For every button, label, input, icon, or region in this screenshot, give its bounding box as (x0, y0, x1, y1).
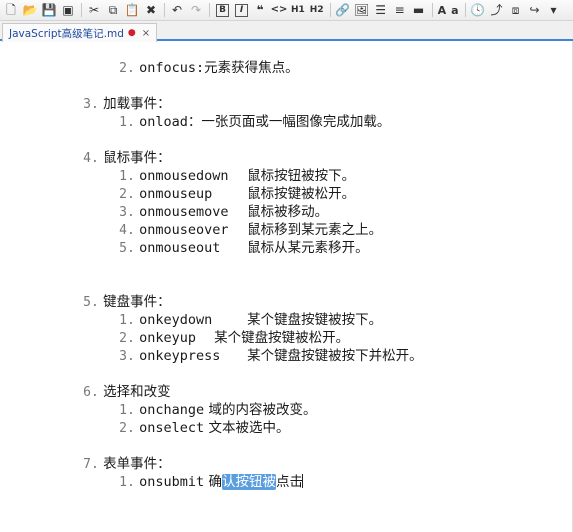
cut-icon[interactable]: ✂ (85, 1, 103, 19)
editor-content[interactable]: 2. onfocus:元素获得焦点。 3. 加载事件： 1. onload：一张… (0, 41, 573, 532)
redo-icon[interactable]: ↷ (187, 1, 205, 19)
toolbar-separator (164, 3, 165, 17)
bold-icon[interactable]: B (216, 3, 229, 17)
tab-document[interactable]: JavaScript高级笔记.md ● × (2, 23, 158, 42)
text-cursor-icon (301, 474, 303, 488)
new-file-icon[interactable]: 🗋 (2, 1, 20, 19)
quote-icon[interactable]: ❝ (251, 1, 269, 19)
uppercase-icon[interactable]: A (436, 1, 449, 19)
toolbar-separator (329, 3, 331, 17)
save-all-icon[interactable]: ▣ (59, 1, 77, 19)
heading2-icon[interactable]: H2 (308, 1, 326, 19)
paste-icon[interactable]: 📋 (123, 1, 141, 19)
more-icon[interactable]: ▾ (545, 1, 563, 19)
close-tab-icon[interactable]: × (142, 28, 150, 39)
undo-icon[interactable]: ↶ (168, 1, 186, 19)
tab-bar: JavaScript高级笔记.md ● × (0, 21, 573, 42)
selected-text[interactable]: 认按钮被 (221, 474, 276, 490)
copy-icon[interactable]: ⧉ (104, 1, 122, 19)
code-icon[interactable]: <> (270, 1, 288, 19)
ordered-list-icon[interactable]: ≡ (391, 1, 409, 19)
list-item: 5. onmouseout 鼠标从某元素移开。 (119, 240, 369, 256)
lowercase-icon[interactable]: a (449, 1, 460, 19)
editor-toolbar: 🗋 📂 💾 ▣ ✂ ⧉ 📋 ✖ ↶ ↷ B I ❝ <> H1 H2 🔗 🖼 ☰… (0, 0, 573, 21)
timestamp-icon[interactable]: 🕓 (469, 1, 487, 19)
toc-icon[interactable]: ⤴ (488, 1, 506, 19)
delete-icon[interactable]: ✖ (142, 1, 160, 19)
heading1-icon[interactable]: H1 (289, 1, 307, 19)
italic-icon[interactable]: I (235, 3, 248, 17)
image-icon[interactable]: 🖼 (353, 1, 371, 19)
toolbar-separator (81, 3, 82, 17)
toolbar-separator (209, 3, 210, 17)
toolbar-separator (431, 3, 433, 17)
toolbar-separator (464, 3, 466, 17)
preview-icon[interactable]: ⧈ (507, 1, 525, 19)
unordered-list-icon[interactable]: ☰ (372, 1, 390, 19)
modified-indicator-icon: ● (127, 28, 136, 38)
export-icon[interactable]: ↪ (526, 1, 544, 19)
list-item: 1. onsubmit 确认按钮被点击 (119, 474, 303, 490)
tab-title: JavaScript高级笔记.md (9, 27, 124, 40)
horizontal-rule-icon[interactable]: ▬ (410, 1, 428, 19)
link-icon[interactable]: 🔗 (334, 1, 352, 19)
save-icon[interactable]: 💾 (40, 1, 58, 19)
open-folder-icon[interactable]: 📂 (21, 1, 39, 19)
